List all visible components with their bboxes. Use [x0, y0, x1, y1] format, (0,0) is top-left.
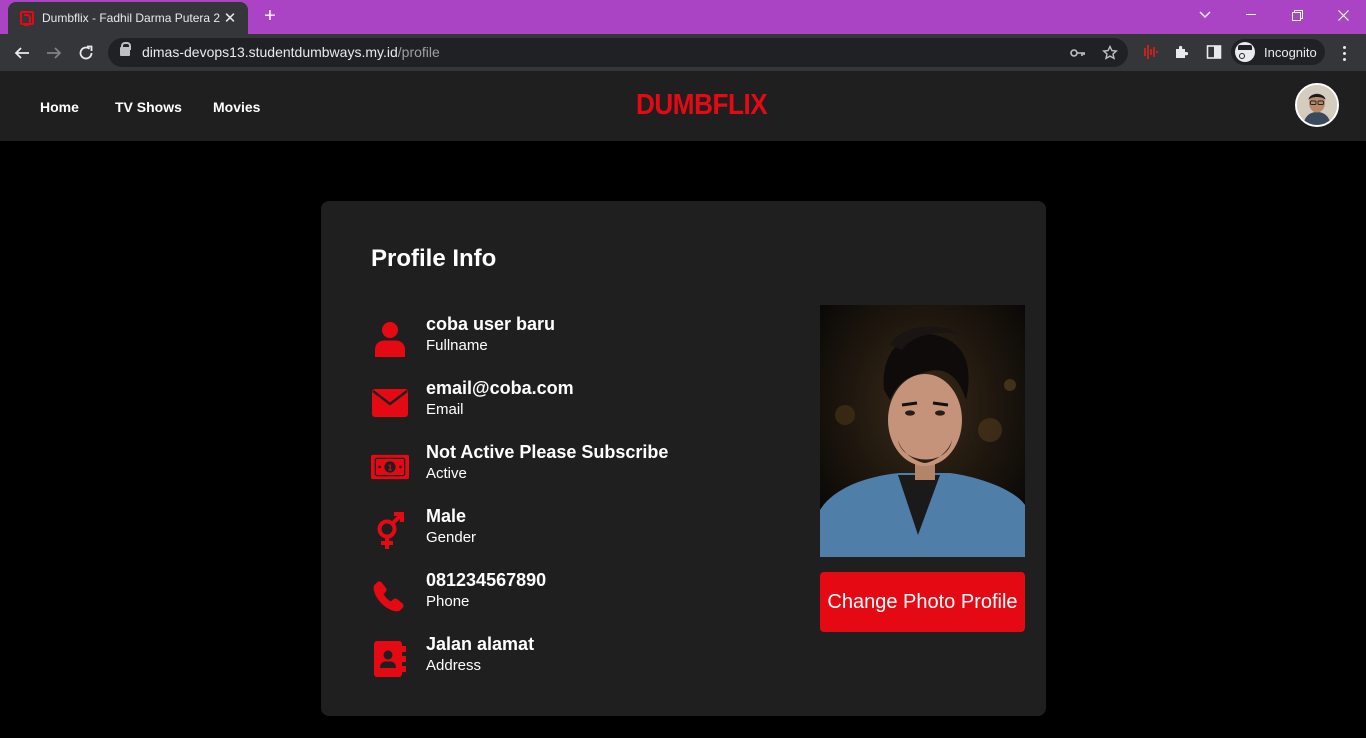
gender-label: Gender [426, 529, 477, 546]
incognito-icon [1235, 42, 1255, 62]
address-value: Jalan alamat [426, 634, 535, 654]
email-value: email@coba.com [426, 378, 574, 398]
gender-icon [371, 512, 409, 550]
phone-value: 081234567890 [426, 570, 547, 590]
incognito-label: Incognito [1264, 44, 1317, 60]
money-bill-icon: 1 [371, 448, 409, 486]
user-icon [371, 320, 409, 358]
app-navbar: Home TV Shows Movies DUMBFLIX [0, 71, 1366, 141]
tab-search-icon[interactable] [1182, 0, 1228, 30]
envelope-icon [371, 384, 409, 422]
browser-menu-icon[interactable] [1336, 39, 1352, 67]
back-button[interactable] [8, 39, 36, 67]
fullname-label: Fullname [426, 337, 488, 354]
profile-info-status: 1 Not Active Please Subscribe Active [371, 442, 771, 494]
forward-button[interactable] [40, 39, 68, 67]
extensions-puzzle-icon[interactable] [1171, 41, 1193, 63]
extension-audio-icon[interactable] [1139, 41, 1161, 63]
profile-card: Profile Info coba user baru Fullname ema… [321, 201, 1046, 716]
gender-value: Male [426, 506, 467, 526]
nav-movies-link[interactable]: Movies [213, 99, 260, 115]
url-text: dimas-devops13.studentdumbways.my.id/pro… [142, 44, 440, 60]
address-book-icon [371, 640, 409, 678]
svg-text:1: 1 [388, 462, 393, 472]
fullname-value: coba user baru [426, 314, 556, 334]
email-label: Email [426, 401, 464, 418]
profile-info-fullname: coba user baru Fullname [371, 314, 771, 366]
reload-button[interactable] [72, 39, 100, 67]
profile-info-address: Jalan alamat Address [371, 634, 771, 686]
lock-icon [120, 42, 131, 56]
browser-tab-bar: Dumbflix - Fadhil Darma Putera 2 ✕ + [0, 0, 1366, 34]
dumbflix-logo[interactable]: DUMBFLIX [636, 89, 768, 122]
change-photo-button[interactable]: Change Photo Profile [820, 572, 1025, 632]
key-icon[interactable] [1068, 43, 1088, 63]
subscription-status-value: Not Active Please Subscribe [426, 442, 669, 462]
address-label: Address [426, 657, 482, 674]
subscription-status-label: Active [426, 465, 467, 482]
close-window-button[interactable] [1320, 0, 1366, 30]
address-bar[interactable]: dimas-devops13.studentdumbways.my.id/pro… [108, 38, 1128, 67]
browser-tab[interactable]: Dumbflix - Fadhil Darma Putera 2 ✕ [8, 2, 248, 34]
user-avatar[interactable] [1295, 83, 1339, 127]
profile-info-gender: Male Gender [371, 506, 771, 558]
side-panel-icon[interactable] [1203, 41, 1225, 63]
bookmark-star-icon[interactable] [1100, 43, 1120, 63]
nav-home-link[interactable]: Home [40, 99, 79, 115]
nav-tv-shows-link[interactable]: TV Shows [115, 99, 182, 115]
restore-button[interactable] [1274, 0, 1320, 30]
new-tab-button[interactable]: + [258, 4, 282, 28]
profile-title: Profile Info [371, 245, 497, 272]
profile-photo [820, 305, 1025, 557]
profile-info-email: email@coba.com Email [371, 378, 771, 430]
phone-icon [371, 576, 409, 614]
minimize-button[interactable] [1228, 0, 1274, 30]
tab-title: Dumbflix - Fadhil Darma Putera 2 [42, 11, 221, 25]
profile-info-phone: 081234567890 Phone [371, 570, 771, 622]
dumbflix-favicon-icon [20, 11, 34, 26]
browser-toolbar: dimas-devops13.studentdumbways.my.id/pro… [0, 34, 1366, 71]
phone-label: Phone [426, 593, 470, 610]
tab-close-icon[interactable]: ✕ [222, 9, 238, 27]
incognito-indicator[interactable]: Incognito [1231, 39, 1325, 65]
